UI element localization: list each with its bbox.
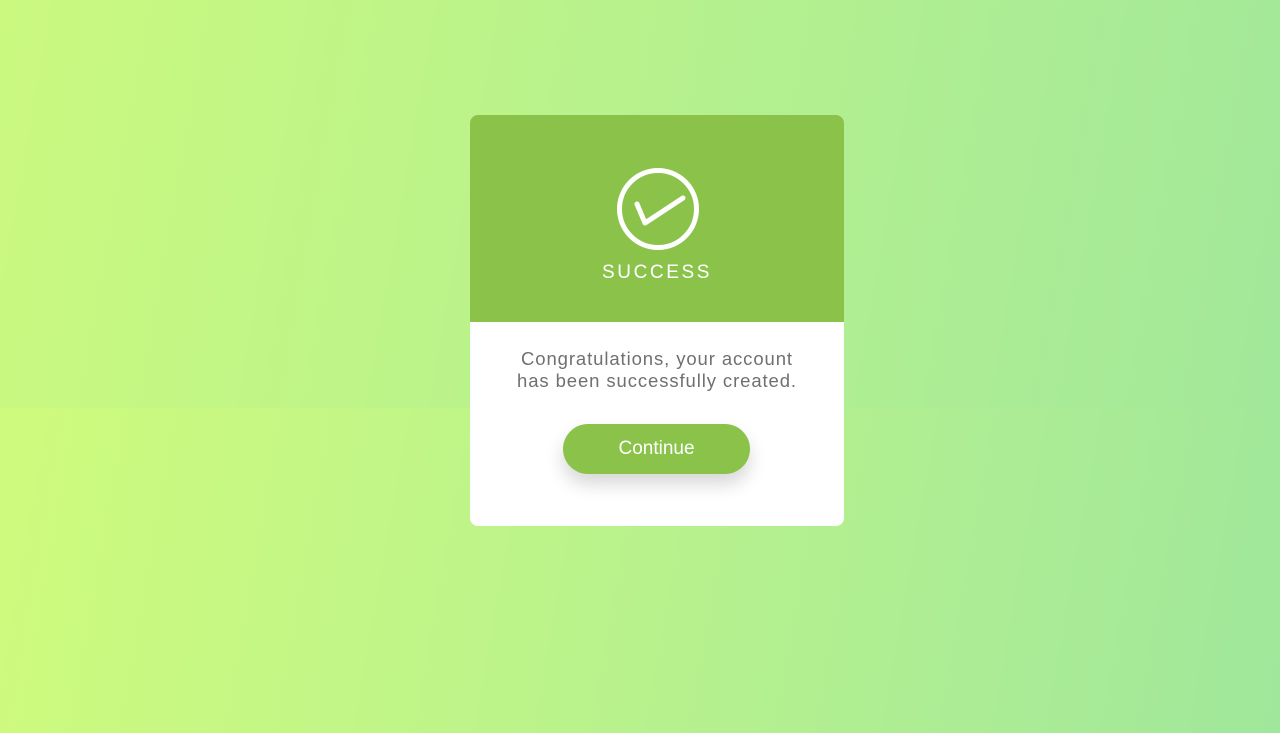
success-dialog: SUCCESS Congratulations, your account ha… [470, 115, 844, 526]
continue-button[interactable]: Continue [563, 424, 750, 474]
message-line-1: Congratulations, your account [521, 348, 793, 369]
message-line-2: has been successfully created. [517, 370, 797, 391]
success-message: Congratulations, your account has been s… [490, 348, 824, 392]
dialog-body: Congratulations, your account has been s… [470, 322, 844, 526]
check-circle-icon [617, 168, 699, 250]
dialog-title: SUCCESS [601, 262, 713, 283]
dialog-header: SUCCESS [470, 115, 844, 322]
